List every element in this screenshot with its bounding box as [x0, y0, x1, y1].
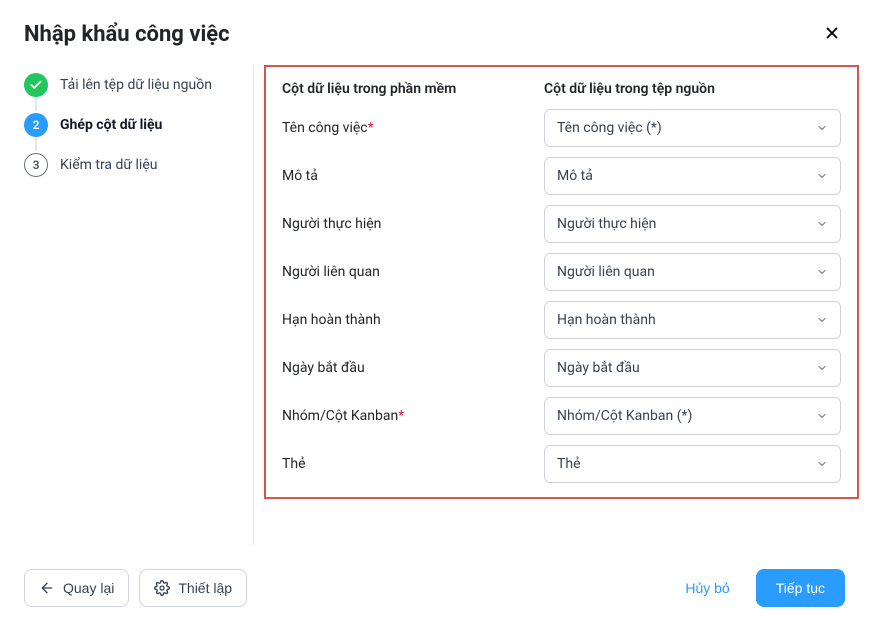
select-value: Hạn hoàn thành	[557, 312, 656, 328]
field-label: Mô tả	[282, 168, 532, 184]
mapping-row: Hạn hoàn thành Hạn hoàn thành	[282, 301, 841, 339]
mapping-row: Ngày bắt đầu Ngày bắt đầu	[282, 349, 841, 387]
steps-sidebar: Tải lên tệp dữ liệu nguồn 2 Ghép cột dữ …	[24, 65, 254, 545]
select-value: Người thực hiện	[557, 216, 656, 232]
arrow-left-icon	[39, 580, 55, 596]
cancel-button[interactable]: Hủy bỏ	[679, 579, 735, 597]
right-column-header: Cột dữ liệu trong tệp nguồn	[544, 81, 841, 97]
field-label: Người thực hiện	[282, 216, 532, 232]
page-title: Nhập khẩu công việc	[24, 22, 230, 47]
step-number-icon: 2	[24, 113, 48, 137]
select-value: Nhóm/Cột Kanban (*)	[557, 408, 692, 424]
column-headers: Cột dữ liệu trong phần mềm Cột dữ liệu t…	[282, 81, 841, 97]
mapping-row: Nhóm/Cột Kanban* Nhóm/Cột Kanban (*)	[282, 397, 841, 435]
step-number-icon: 3	[24, 153, 48, 177]
mapping-row: Tên công việc* Tên công việc (*)	[282, 109, 841, 147]
mapping-row: Thẻ Thẻ	[282, 445, 841, 483]
field-label: Hạn hoàn thành	[282, 312, 532, 328]
continue-button[interactable]: Tiếp tục	[756, 569, 845, 607]
column-select[interactable]: Tên công việc (*)	[544, 109, 841, 147]
field-label: Ngày bắt đầu	[282, 360, 532, 376]
step-3[interactable]: 3 Kiểm tra dữ liệu	[24, 145, 253, 185]
column-select[interactable]: Thẻ	[544, 445, 841, 483]
select-value: Thẻ	[557, 456, 581, 472]
mapping-row: Người liên quan Người liên quan	[282, 253, 841, 291]
mapping-panel: Cột dữ liệu trong phần mềm Cột dữ liệu t…	[254, 65, 869, 545]
settings-button[interactable]: Thiết lập	[139, 569, 247, 607]
column-select[interactable]: Hạn hoàn thành	[544, 301, 841, 339]
step-1[interactable]: Tải lên tệp dữ liệu nguồn	[24, 65, 253, 105]
column-select[interactable]: Người thực hiện	[544, 205, 841, 243]
chevron-down-icon	[816, 410, 828, 422]
column-select[interactable]: Mô tả	[544, 157, 841, 195]
close-button[interactable]	[819, 20, 845, 49]
close-icon	[823, 24, 841, 42]
chevron-down-icon	[816, 266, 828, 278]
field-label: Người liên quan	[282, 264, 532, 280]
field-label: Nhóm/Cột Kanban*	[282, 408, 532, 424]
modal-header: Nhập khẩu công việc	[0, 0, 869, 65]
column-select[interactable]: Nhóm/Cột Kanban (*)	[544, 397, 841, 435]
field-label: Tên công việc*	[282, 120, 532, 136]
modal-footer: Quay lại Thiết lập Hủy bỏ Tiếp tục	[0, 555, 869, 623]
mapping-highlight: Cột dữ liệu trong phần mềm Cột dữ liệu t…	[264, 65, 859, 499]
mapping-row: Mô tả Mô tả	[282, 157, 841, 195]
field-label: Thẻ	[282, 456, 532, 472]
column-select[interactable]: Ngày bắt đầu	[544, 349, 841, 387]
back-label: Quay lại	[63, 580, 114, 596]
select-value: Mô tả	[557, 168, 593, 184]
select-value: Người liên quan	[557, 264, 655, 280]
settings-label: Thiết lập	[178, 580, 232, 596]
chevron-down-icon	[816, 362, 828, 374]
step-label: Ghép cột dữ liệu	[60, 117, 162, 133]
gear-icon	[154, 580, 170, 596]
chevron-down-icon	[816, 170, 828, 182]
column-select[interactable]: Người liên quan	[544, 253, 841, 291]
chevron-down-icon	[816, 122, 828, 134]
chevron-down-icon	[816, 458, 828, 470]
mapping-row: Người thực hiện Người thực hiện	[282, 205, 841, 243]
back-button[interactable]: Quay lại	[24, 569, 129, 607]
left-column-header: Cột dữ liệu trong phần mềm	[282, 81, 532, 97]
chevron-down-icon	[816, 218, 828, 230]
chevron-down-icon	[816, 314, 828, 326]
select-value: Ngày bắt đầu	[557, 360, 640, 376]
check-icon	[24, 73, 48, 97]
step-2[interactable]: 2 Ghép cột dữ liệu	[24, 105, 253, 145]
step-label: Tải lên tệp dữ liệu nguồn	[60, 77, 212, 93]
required-asterisk: *	[368, 120, 374, 136]
select-value: Tên công việc (*)	[557, 120, 662, 136]
required-asterisk: *	[398, 408, 404, 424]
step-label: Kiểm tra dữ liệu	[60, 157, 157, 173]
